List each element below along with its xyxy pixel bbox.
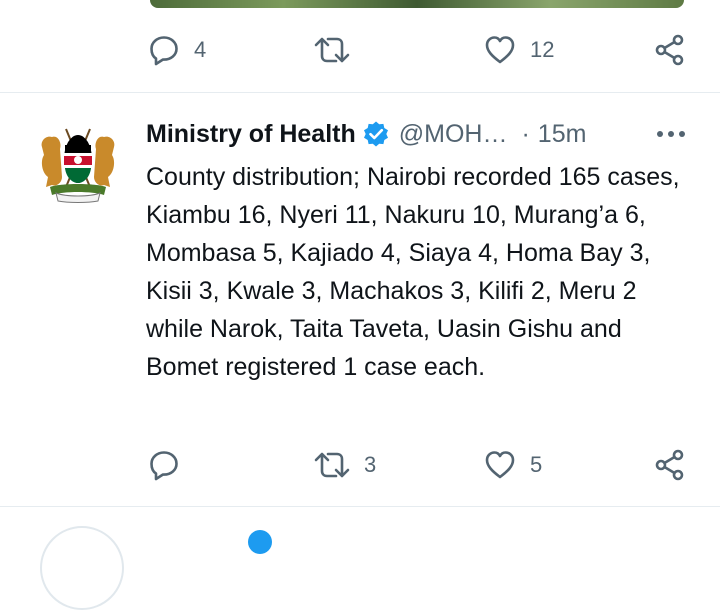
reply-icon [148, 34, 180, 66]
retweet-icon [314, 34, 350, 66]
previous-share-button[interactable] [654, 34, 686, 66]
previous-retweet-button[interactable] [314, 34, 364, 66]
more-options-button[interactable] [656, 124, 686, 144]
reply-count: 4 [194, 37, 207, 62]
heart-icon [484, 449, 516, 481]
avatar[interactable] [32, 117, 124, 209]
like-count: 5 [530, 452, 543, 477]
retweet-icon [314, 449, 350, 481]
previous-reply-button[interactable]: 4 [148, 34, 206, 66]
author-name[interactable]: Ministry of Health [146, 120, 356, 149]
like-count: 12 [530, 37, 555, 62]
coat-of-arms-logo [41, 128, 115, 203]
share-button[interactable] [654, 449, 686, 481]
reply-button[interactable] [148, 449, 194, 481]
previous-tweet-media[interactable] [150, 0, 684, 8]
tweet-header: Ministry of Health @MOH… · 15m [146, 116, 691, 152]
tweet-divider [0, 506, 720, 507]
author-handle[interactable]: @MOH… [399, 120, 508, 149]
next-tweet-avatar[interactable] [40, 526, 124, 610]
previous-like-button[interactable]: 12 [484, 34, 554, 66]
like-button[interactable]: 5 [484, 449, 542, 481]
timestamp[interactable]: 15m [538, 120, 587, 149]
retweet-count: 3 [364, 452, 377, 477]
reply-icon [148, 449, 180, 481]
share-icon [654, 449, 686, 481]
retweet-button[interactable]: 3 [314, 449, 376, 481]
verified-badge-icon [362, 120, 390, 148]
tweet-text: County distribution; Nairobi recorded 16… [146, 163, 680, 381]
separator-dot: · [521, 119, 530, 148]
verified-badge-icon [248, 530, 272, 554]
more-options-icon [656, 131, 686, 148]
tweet-divider [0, 92, 720, 93]
share-icon [654, 34, 686, 66]
heart-icon [484, 34, 516, 66]
